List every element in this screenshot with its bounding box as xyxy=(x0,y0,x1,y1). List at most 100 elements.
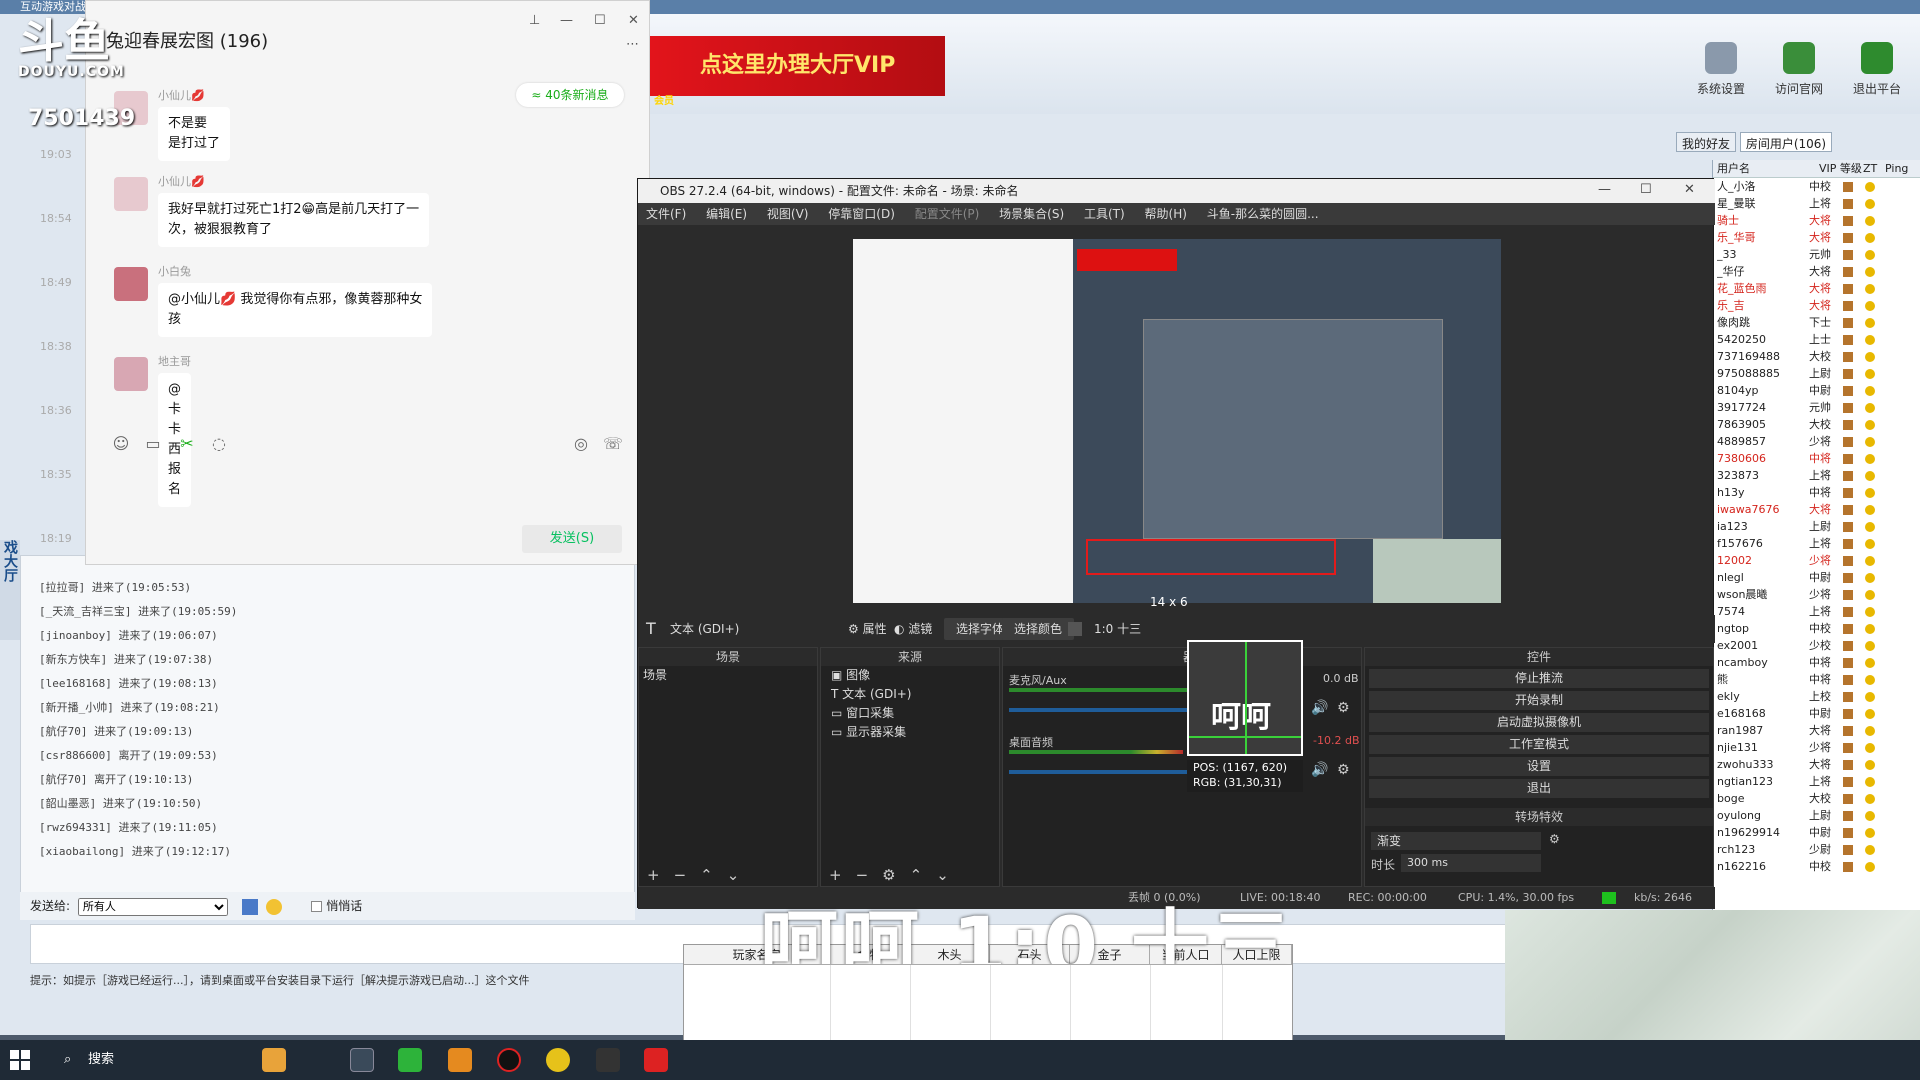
pin-icon[interactable]: ⊥ xyxy=(529,13,540,28)
gear-icon[interactable]: ⚙ xyxy=(1549,832,1560,846)
up-icon[interactable]: ⌃ xyxy=(910,866,923,884)
select-color-button[interactable]: 选择颜色 xyxy=(1002,618,1075,640)
send-to-select[interactable]: 所有人 xyxy=(77,898,228,916)
user-row[interactable]: 7574 上将 xyxy=(1713,603,1920,620)
user-row[interactable]: ekly 上校 xyxy=(1713,688,1920,705)
app-icon[interactable] xyxy=(448,1048,472,1072)
user-row[interactable]: h13y 中将 xyxy=(1713,484,1920,501)
vip-banner[interactable]: 点这里办理大厅VIP 会员 xyxy=(650,36,945,107)
user-row[interactable]: e168168 中尉 xyxy=(1713,705,1920,722)
font-icon[interactable] xyxy=(241,898,258,915)
emoji-icon[interactable] xyxy=(265,898,282,915)
user-row[interactable]: ncamboy 中将 xyxy=(1713,654,1920,671)
text-value-field[interactable]: 1:0 十三 xyxy=(1094,615,1141,643)
user-row[interactable]: 花_蓝色雨 大将 xyxy=(1713,280,1920,297)
gear-icon[interactable]: ⚙ xyxy=(1337,700,1350,716)
user-row[interactable]: 7863905 大校 xyxy=(1713,416,1920,433)
down-icon[interactable]: ⌄ xyxy=(936,866,949,884)
user-row[interactable]: n19629914 中尉 xyxy=(1713,824,1920,841)
user-row[interactable]: iwawa7676 大将 xyxy=(1713,501,1920,518)
more-icon[interactable]: ⋯ xyxy=(626,37,639,52)
user-row[interactable]: zwohu333 大将 xyxy=(1713,756,1920,773)
user-row[interactable]: 975088885 上尉 xyxy=(1713,365,1920,382)
user-row[interactable]: wson晨曦 少将 xyxy=(1713,586,1920,603)
user-row[interactable]: f157676 上将 xyxy=(1713,535,1920,552)
user-row[interactable]: 3917724 元帅 xyxy=(1713,399,1920,416)
menu-scene-collection[interactable]: 场景集合(S) xyxy=(999,207,1064,221)
user-row[interactable]: 7380606 中将 xyxy=(1713,450,1920,467)
task-view-icon[interactable] xyxy=(350,1048,374,1072)
user-row[interactable]: oyulong 上尉 xyxy=(1713,807,1920,824)
menu-edit[interactable]: 编辑(E) xyxy=(706,207,747,221)
settings-button[interactable]: 设置 xyxy=(1369,757,1709,776)
user-row[interactable]: 12002 少将 xyxy=(1713,552,1920,569)
wechat-icon[interactable] xyxy=(398,1048,422,1072)
menu-douyu[interactable]: 斗鱼-那么菜的圆圆... xyxy=(1207,207,1319,221)
menu-file[interactable]: 文件(F) xyxy=(646,207,686,221)
settings-icon[interactable]: ⚙ xyxy=(882,866,895,884)
menu-docks[interactable]: 停靠窗口(D) xyxy=(828,207,895,221)
user-row[interactable]: _33 元帅 xyxy=(1713,246,1920,263)
filters-button[interactable]: ◐ 滤镜 xyxy=(894,615,932,643)
user-row[interactable]: 熊 中将 xyxy=(1713,671,1920,688)
user-row[interactable]: 骑士 大将 xyxy=(1713,212,1920,229)
user-row[interactable]: 人_小洛 中校 xyxy=(1713,178,1920,195)
emoji-icon[interactable]: ☺ xyxy=(110,433,132,455)
record-icon[interactable]: ◎ xyxy=(570,433,592,455)
user-row[interactable]: _华仔 大将 xyxy=(1713,263,1920,280)
tab-room-users[interactable]: 房间用户(106) xyxy=(1739,132,1833,152)
folder-icon[interactable]: ▭ xyxy=(142,433,164,455)
studio-mode-button[interactable]: 工作室模式 xyxy=(1369,735,1709,754)
stop-streaming-button[interactable]: 停止推流 xyxy=(1369,669,1709,688)
scene-item[interactable]: 场景 xyxy=(639,666,817,685)
speaker-icon[interactable]: 🔊 xyxy=(1311,700,1328,716)
minimize-icon[interactable]: — xyxy=(560,13,573,28)
remove-icon[interactable]: − xyxy=(674,866,687,884)
obs-preview[interactable] xyxy=(853,239,1501,603)
user-row[interactable]: 4889857 少将 xyxy=(1713,433,1920,450)
transition-select[interactable]: 渐变 xyxy=(1371,832,1541,850)
chat-bubble-icon[interactable]: ◌ xyxy=(208,433,230,455)
maximize-icon[interactable]: ☐ xyxy=(594,13,606,28)
taskbar-search[interactable]: ⌕ 搜索 xyxy=(58,1040,248,1080)
room-user-list[interactable]: 用户名 VIP 等级 ZT Ping 人_小洛 中校 星_曼联 上将 骑士 大将 乐_华哥大… xyxy=(1712,160,1920,910)
up-icon[interactable]: ⌃ xyxy=(700,866,713,884)
close-icon[interactable]: ✕ xyxy=(628,13,639,28)
user-row[interactable]: 5420250 上士 xyxy=(1713,331,1920,348)
visit-site-button[interactable]: 访问官网 xyxy=(1764,34,1834,114)
gear-icon[interactable]: ⚙ xyxy=(1337,762,1350,778)
add-icon[interactable]: + xyxy=(647,866,660,884)
user-row[interactable]: boge 大校 xyxy=(1713,790,1920,807)
game-icon[interactable] xyxy=(546,1048,570,1072)
exit-platform-button[interactable]: 退出平台 xyxy=(1842,34,1912,114)
source-item[interactable]: ▣ 图像◉▮ xyxy=(821,666,1030,685)
app-icon[interactable] xyxy=(596,1048,620,1072)
user-row[interactable]: n162216 中校 xyxy=(1713,858,1920,875)
minimize-icon[interactable]: — xyxy=(1598,182,1611,197)
user-row[interactable]: 323873 上将 xyxy=(1713,467,1920,484)
source-item[interactable]: T 文本 (GDI+)◉▮ xyxy=(821,685,1030,704)
menu-view[interactable]: 视图(V) xyxy=(767,207,809,221)
menu-tools[interactable]: 工具(T) xyxy=(1084,207,1125,221)
add-icon[interactable]: + xyxy=(829,866,842,884)
windows-start-icon[interactable] xyxy=(10,1050,30,1070)
phone-icon[interactable]: ☏ xyxy=(602,433,624,455)
user-row[interactable]: njie131 少将 xyxy=(1713,739,1920,756)
user-row[interactable]: nlegl 中尉 xyxy=(1713,569,1920,586)
user-row[interactable]: 8104yp 中尉 xyxy=(1713,382,1920,399)
speaker-icon[interactable]: 🔊 xyxy=(1311,762,1328,778)
send-button[interactable]: 发送(S) xyxy=(522,525,622,553)
remove-icon[interactable]: − xyxy=(856,866,869,884)
user-row[interactable]: ngtop 中校 xyxy=(1713,620,1920,637)
tab-friends[interactable]: 我的好友 xyxy=(1676,132,1737,152)
close-icon[interactable]: ✕ xyxy=(1684,182,1695,197)
maximize-icon[interactable]: ☐ xyxy=(1640,182,1652,197)
source-item[interactable]: ▭ 显示器采集◉▮ xyxy=(821,723,1030,742)
menu-help[interactable]: 帮助(H) xyxy=(1145,207,1187,221)
properties-button[interactable]: ⚙ 属性 xyxy=(848,615,887,643)
exit-button[interactable]: 退出 xyxy=(1369,779,1709,798)
virtual-camera-button[interactable]: 启动虚拟摄像机 xyxy=(1369,713,1709,732)
user-row[interactable]: ran1987 大将 xyxy=(1713,722,1920,739)
user-row[interactable]: 星_曼联 上将 xyxy=(1713,195,1920,212)
system-settings-button[interactable]: 系统设置 xyxy=(1686,34,1756,114)
